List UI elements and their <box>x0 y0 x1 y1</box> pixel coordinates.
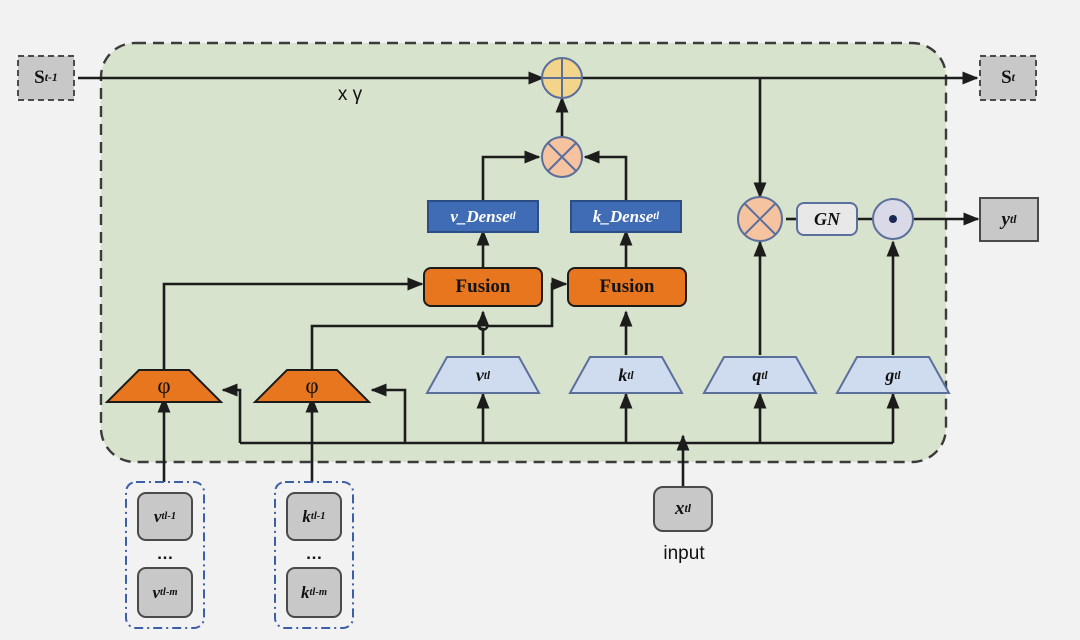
input-node-shape <box>653 486 713 532</box>
k-memory-item-2-shape <box>286 567 342 618</box>
gn-shape[interactable] <box>796 202 858 236</box>
multiply-operator-query-shape[interactable] <box>737 196 783 242</box>
output-shape <box>979 197 1039 242</box>
fusion-k-shape[interactable] <box>567 267 687 307</box>
add-operator-shape[interactable] <box>541 57 583 99</box>
state-prev-shape <box>17 55 75 101</box>
g-projection-shape <box>835 356 951 394</box>
diagram-svg <box>17 41 1039 629</box>
k-dense-shape[interactable] <box>570 200 682 233</box>
q-projection-shape <box>702 356 818 394</box>
fusion-v-shape[interactable] <box>423 267 543 307</box>
dot-product-operator-shape[interactable] <box>872 198 914 240</box>
diagram-canvas: St-1 St x γ v_Dense t l k_Dense t l Fusion F… <box>0 0 1080 640</box>
v-memory-item-0-shape <box>137 492 193 541</box>
state-next-shape <box>979 55 1037 101</box>
multiply-operator-state-shape[interactable] <box>541 136 583 178</box>
v-projection-shape <box>425 356 541 394</box>
v-dense-shape[interactable] <box>427 200 539 233</box>
k-projection-shape <box>568 356 684 394</box>
v-memory-item-2-shape <box>137 567 193 618</box>
recurrent-block-container <box>99 41 948 464</box>
k-memory-item-0-shape <box>286 492 342 541</box>
